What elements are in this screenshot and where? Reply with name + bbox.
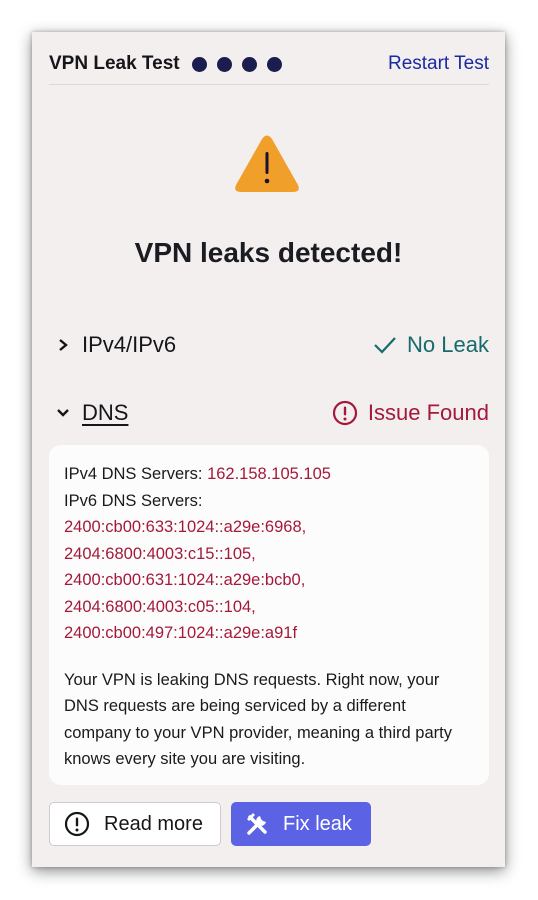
- ipv4-dns-line: IPv4 DNS Servers: 162.158.105.105: [64, 461, 474, 488]
- ipv4-dns-value: 162.158.105.105: [207, 465, 331, 483]
- progress-dot: [241, 56, 257, 72]
- vpn-leak-test-window: VPN Leak Test Restart Test VPN leaks det…: [32, 32, 505, 867]
- exclamation-circle-icon: [64, 811, 90, 837]
- alert-headline: VPN leaks detected!: [134, 237, 403, 268]
- app-title: VPN Leak Test: [49, 53, 180, 74]
- progress-dot: [191, 56, 207, 72]
- status-badge: No Leak: [373, 332, 489, 358]
- progress-dot: [216, 56, 232, 72]
- chevron-down-icon: [56, 406, 70, 420]
- ipv6-dns-value: 2400:cb00:633:1024::a29e:6968,: [64, 518, 307, 536]
- status-text: Issue Found: [367, 400, 489, 425]
- ipv4-dns-label: IPv4 DNS Servers:: [64, 465, 203, 483]
- warning-triangle-icon: [235, 135, 299, 192]
- header: VPN Leak Test Restart Test: [49, 44, 489, 85]
- progress-dots: [191, 56, 282, 72]
- fix-leak-label: Fix leak: [283, 812, 352, 835]
- ipv6-dns-value: 2400:cb00:631:1024::a29e:bcb0,: [64, 571, 306, 589]
- restart-test-link[interactable]: Restart Test: [388, 53, 489, 75]
- test-label: DNS: [82, 400, 129, 425]
- test-row-ipv4-ipv6[interactable]: IPv4/IPv6 No Leak: [56, 330, 489, 360]
- ipv6-dns-label: IPv6 DNS Servers:: [64, 491, 203, 510]
- chevron-right-icon: [56, 338, 70, 352]
- fix-leak-button[interactable]: Fix leak: [231, 802, 371, 846]
- status-badge: Issue Found: [332, 400, 489, 426]
- exclamation-circle-icon: [332, 400, 358, 426]
- ipv6-dns-value: 2400:cb00:497:1024::a29e:a91f: [64, 624, 298, 642]
- dns-leak-description: Your VPN is leaking DNS requests. Right …: [64, 670, 452, 769]
- dns-details-card: IPv4 DNS Servers: 162.158.105.105 IPv6 D…: [49, 445, 489, 785]
- status-text: No Leak: [407, 332, 489, 357]
- progress-dot: [266, 56, 282, 72]
- read-more-label: Read more: [104, 812, 203, 835]
- tools-icon: [247, 813, 267, 835]
- checkmark-icon: [374, 337, 396, 354]
- ipv6-dns-value: 2404:6800:4003:c15::105,: [64, 544, 256, 563]
- test-row-dns[interactable]: DNS Issue Found: [56, 398, 489, 428]
- read-more-button[interactable]: Read more: [49, 802, 221, 846]
- test-label: IPv4/IPv6: [82, 332, 177, 357]
- ipv6-dns-value: 2404:6800:4003:c05::104,: [64, 597, 256, 616]
